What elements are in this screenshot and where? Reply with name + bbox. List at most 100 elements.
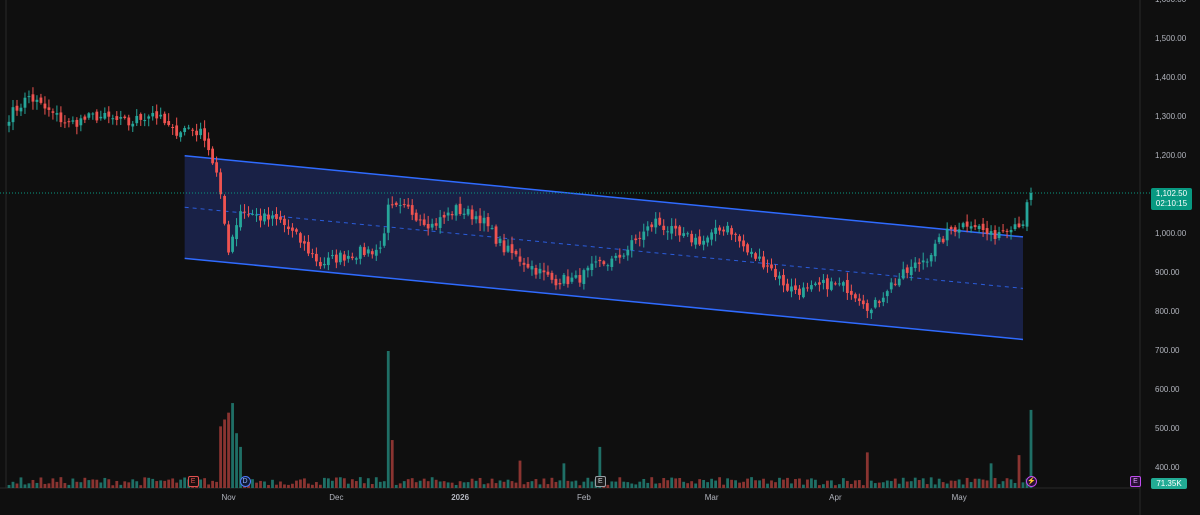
volume-bar: [199, 479, 203, 488]
candle-body: [287, 226, 290, 230]
volume-bar: [885, 480, 889, 488]
price-chart[interactable]: 400.00 500.00 600.00 700.00 800.00 900.00 1,00…: [0, 0, 1200, 515]
volume-bar: [203, 478, 207, 488]
candle-body: [191, 129, 195, 131]
candle-body: [642, 231, 646, 240]
candle-body: [227, 224, 230, 253]
candle-body: [814, 283, 817, 285]
volume-bar: [39, 477, 43, 488]
dividend-icon[interactable]: D: [239, 476, 251, 487]
candle-body: [307, 241, 310, 254]
candle-body: [674, 225, 678, 229]
volume-bar: [307, 483, 310, 488]
volume-bar: [534, 479, 538, 488]
candle-body: [398, 205, 402, 207]
candle-body: [422, 219, 426, 225]
candle-body: [877, 301, 881, 303]
candle-body: [730, 228, 733, 235]
lightning-icon[interactable]: ⚡: [1026, 476, 1037, 487]
candle-body: [494, 226, 498, 244]
candle-body: [977, 225, 981, 230]
volume-bar: [382, 481, 386, 488]
candle-body: [1017, 223, 1021, 228]
volume-bar: [965, 477, 969, 488]
candle-body: [131, 123, 135, 127]
volume-bar: [47, 483, 51, 488]
volume-bar: [754, 480, 757, 488]
volume-bar: [338, 477, 342, 488]
volume-bar: [35, 482, 39, 488]
x-tick-label: May: [952, 493, 967, 502]
candle-body: [750, 251, 753, 254]
volume-bar: [175, 482, 179, 488]
candle-body: [953, 227, 957, 232]
volume-bar: [1001, 481, 1005, 488]
volume-bar: [283, 484, 286, 488]
candle-body: [949, 227, 953, 229]
volume-bar: [510, 481, 514, 488]
volume-bar: [550, 477, 554, 488]
volume-bar: [794, 479, 797, 488]
candle-body: [546, 271, 550, 275]
volume-bar: [806, 479, 809, 488]
volume-bar: [1009, 479, 1013, 488]
candle-body: [826, 278, 829, 290]
volume-bar: [506, 479, 510, 488]
candle-body: [402, 204, 406, 206]
volume-bar: [849, 483, 853, 488]
candle-body: [151, 112, 155, 117]
candle-body: [231, 236, 234, 252]
volume-bar: [981, 479, 985, 488]
volume-bar: [614, 481, 618, 488]
candle-body: [394, 202, 398, 206]
volume-bar: [183, 477, 187, 488]
candle-body: [614, 255, 618, 258]
candle-body: [686, 233, 690, 235]
volume-bar: [370, 484, 374, 488]
volume-bar: [961, 484, 965, 488]
volume-bar: [722, 484, 725, 488]
volume-bar: [7, 484, 11, 488]
candle-body: [303, 241, 306, 244]
candle-body: [885, 291, 889, 297]
earnings-icon[interactable]: E: [594, 476, 606, 487]
candle-body: [602, 261, 606, 265]
volume-bar: [99, 482, 103, 488]
volume-bar: [706, 482, 710, 488]
last-price-label: 1,102.50 02:10:15: [1151, 188, 1192, 210]
candle-body: [578, 275, 582, 283]
candle-body: [829, 281, 833, 290]
volume-bar: [929, 477, 933, 488]
earnings-icon[interactable]: E: [187, 476, 199, 487]
candle-body: [869, 309, 873, 314]
candle-body: [837, 283, 841, 285]
candle-body: [235, 225, 238, 240]
y-axis[interactable]: 400.00 500.00 600.00 700.00 800.00 900.00 1,00…: [1155, 0, 1187, 472]
candle-body: [550, 272, 554, 280]
candle-body: [786, 283, 789, 291]
events-toggle-icon[interactable]: E: [1130, 476, 1141, 487]
volume-bar: [43, 483, 47, 488]
candle-body: [993, 230, 997, 239]
volume-bar: [462, 482, 466, 488]
volume-bar: [658, 483, 662, 488]
candle-body: [247, 214, 250, 216]
volume-bar: [67, 484, 71, 488]
candle-body: [917, 262, 921, 264]
candle-body: [865, 303, 869, 311]
volume-bar: [103, 477, 107, 488]
candle-body: [474, 216, 478, 220]
volume-bar: [993, 478, 997, 488]
volume-bar: [386, 351, 390, 488]
volume-bar: [734, 480, 737, 488]
volume-bar: [774, 482, 777, 488]
volume-bar: [159, 480, 163, 488]
candle-body: [31, 94, 35, 102]
volume-bar: [410, 478, 414, 488]
volume-bar: [342, 478, 346, 488]
volume-bar: [223, 419, 226, 488]
candle-body: [945, 228, 949, 241]
candle-body: [39, 97, 43, 103]
volume-bar: [554, 481, 558, 488]
x-axis[interactable]: Nov Dec 2026 Feb Mar Apr May: [221, 493, 966, 502]
